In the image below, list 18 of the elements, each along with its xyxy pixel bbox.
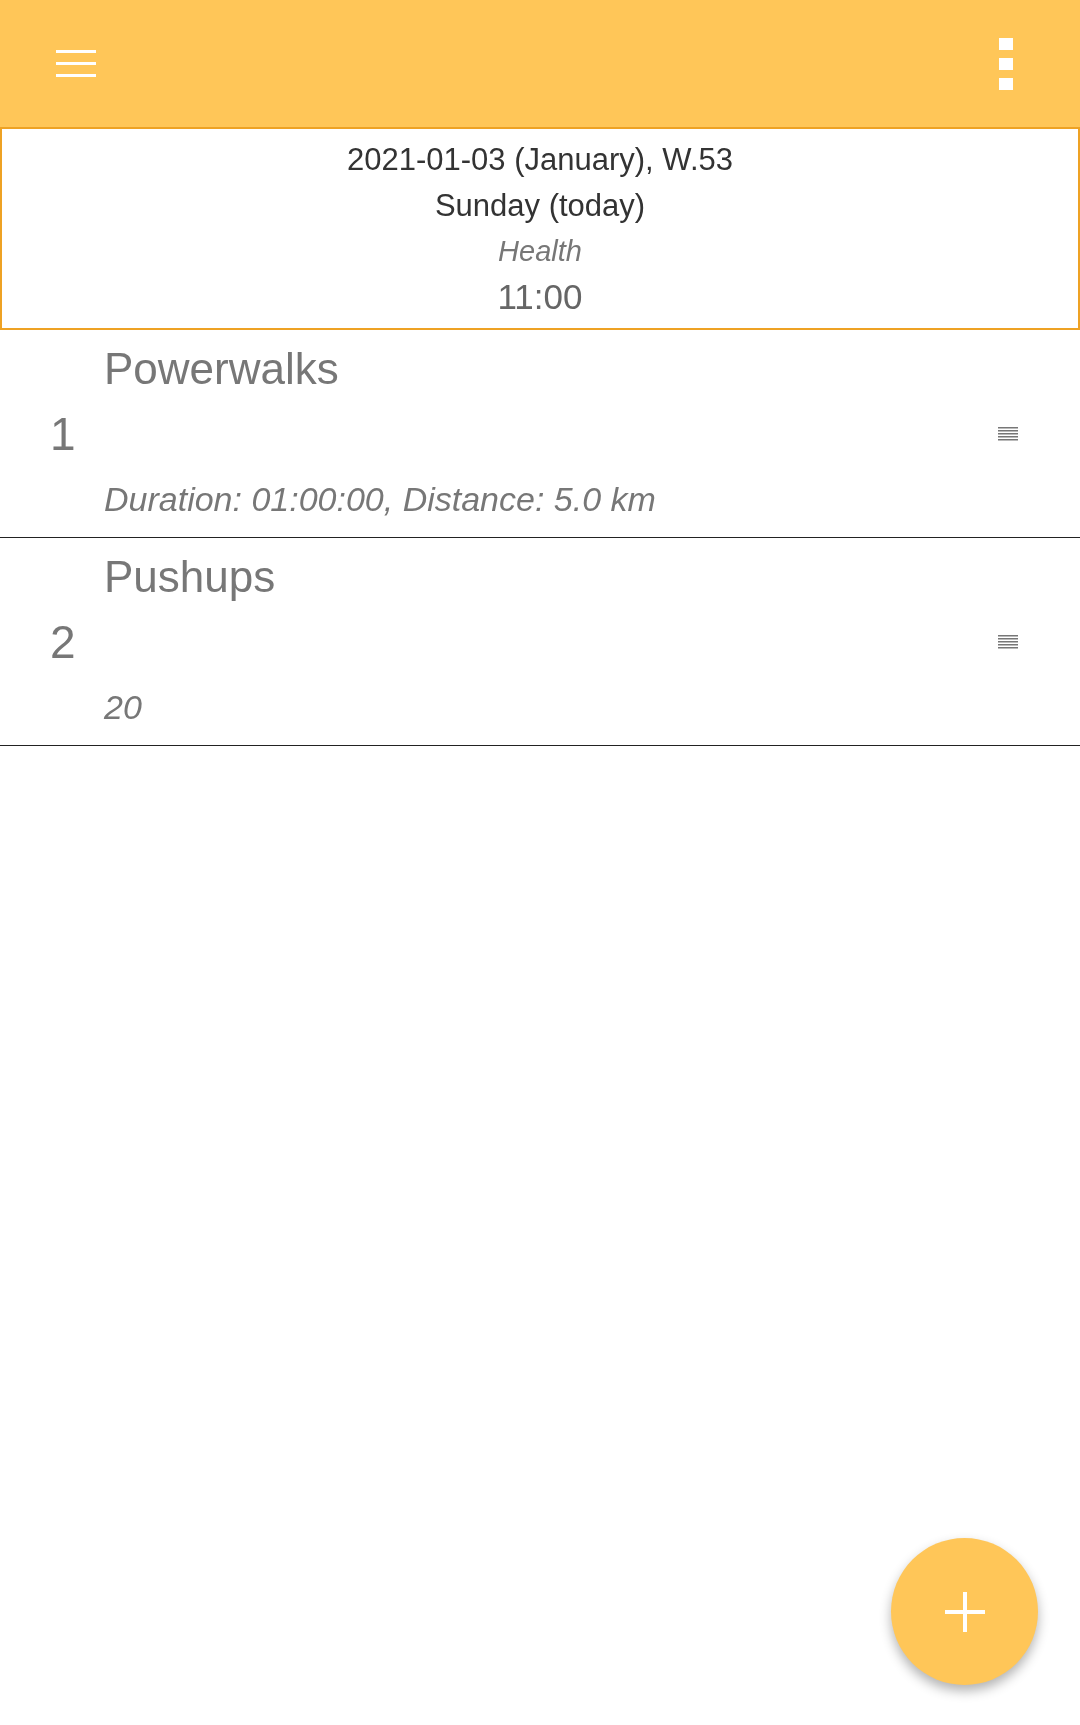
drag-handle-icon[interactable] bbox=[998, 426, 1018, 441]
category-label: Health bbox=[498, 233, 582, 269]
exercise-number: 2 bbox=[50, 614, 77, 669]
exercise-row[interactable]: 1 Powerwalks Duration: 01:00:00, Distance: 5.0 km bbox=[0, 330, 1080, 538]
date-label: 2021-01-03 (January), W.53 bbox=[347, 140, 733, 179]
exercise-row[interactable]: 2 Pushups 20 bbox=[0, 538, 1080, 746]
more-options-icon[interactable] bbox=[999, 37, 1013, 90]
exercise-details: Duration: 01:00:00, Distance: 5.0 km bbox=[104, 480, 657, 519]
drag-handle-icon[interactable] bbox=[998, 634, 1018, 649]
exercise-details: 20 bbox=[104, 688, 143, 727]
weekday-label: Sunday (today) bbox=[434, 186, 646, 225]
plus-icon bbox=[944, 1591, 985, 1632]
menu-icon[interactable] bbox=[56, 49, 96, 78]
time-label: 11:00 bbox=[497, 275, 583, 318]
add-button[interactable] bbox=[891, 1538, 1038, 1685]
exercise-name: Powerwalks bbox=[104, 344, 340, 394]
exercise-name: Pushups bbox=[104, 552, 277, 602]
exercise-number: 1 bbox=[50, 406, 77, 461]
